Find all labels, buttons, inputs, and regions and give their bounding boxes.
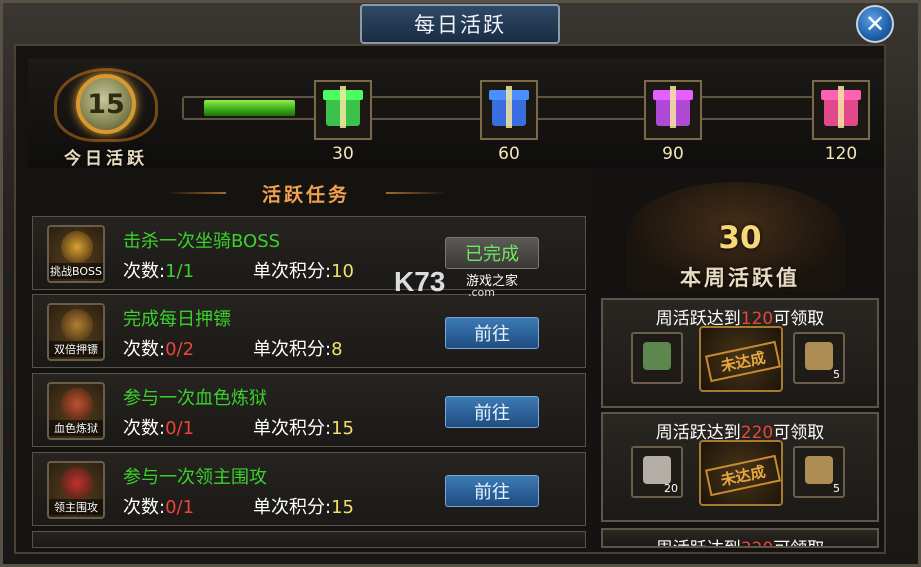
daily-progress-fill [204,100,295,116]
reward-item[interactable]: 5 [793,332,845,384]
task-count-label: 次数: [123,339,166,360]
milestone-value: 120 [824,144,858,164]
reward-stamp-text: 未达成 [704,454,782,497]
gift-ribbon-icon [670,86,676,128]
reward-item-icon [805,456,833,484]
reward-item[interactable] [631,332,683,384]
reward-suffix: 可领取 [773,539,824,546]
milestone-gift-1[interactable] [314,80,372,140]
task-name: 参与一次血色炼狱 [123,388,267,409]
task-count-label: 次数: [123,261,166,282]
watermark-logo: K73 [394,266,446,297]
task-count: 0/2 [165,339,195,360]
task-icon-label: 领主围攻 [49,499,103,515]
reward-stamp: 未达成 [699,440,783,506]
close-icon: ✕ [864,10,886,38]
daily-activity-medal: 15 今日活跃 [50,68,158,169]
reward-stamp-text: 未达成 [704,340,782,383]
reward-prefix: 周活跃达到 [656,539,741,546]
task-go-button[interactable]: 前往 [445,317,539,349]
task-icon-label: 血色炼狱 [49,420,103,436]
task-icon-label: 双倍押镖 [49,341,103,357]
task-icon: 双倍押镖 [47,303,105,361]
watermark-url: .com [468,286,495,299]
weekly-reward-card: 周活跃达到120可领取 5 未达成 [601,298,879,408]
task-score: 15 [331,418,354,439]
task-completed-button[interactable]: 已完成 [445,237,539,269]
weekly-reward-title: 周活跃达到320可领取 [603,534,877,546]
weekly-reward-card: 周活跃达到320可领取 [601,528,879,548]
daily-activity-label: 今日活跃 [64,149,148,169]
task-score-label: 单次积分: [253,339,332,360]
task-count-row: 次数:1/1 [123,257,194,283]
task-icon: 挑战BOSS [47,225,105,283]
task-score-row: 单次积分:8 [253,335,343,361]
reward-item[interactable]: 5 [793,446,845,498]
task-icon: 领主围攻 [47,461,105,519]
task-count-label: 次数: [123,497,166,518]
task-name: 击杀一次坐骑BOSS [123,231,281,252]
milestone-gift-2[interactable] [480,80,538,140]
task-score-label: 单次积分: [253,497,332,518]
task-count-row: 次数:0/2 [123,335,194,361]
task-count: 0/1 [165,418,195,439]
task-emblem-icon [61,231,93,263]
task-icon-label: 挑战BOSS [49,263,103,279]
reward-stamp: 未达成 [699,326,783,392]
task-count: 1/1 [165,261,195,282]
weekly-activity-value: 30 [718,220,762,256]
reward-item-count: 5 [833,482,840,495]
reward-item-icon [805,342,833,370]
task-name: 完成每日押镖 [123,309,231,330]
weekly-reward-card: 周活跃达到220可领取 20 5 未达成 [601,412,879,522]
task-emblem-icon [61,388,93,420]
task-go-button[interactable]: 前往 [445,475,539,507]
task-name: 参与一次领主围攻 [123,467,267,488]
milestone-value: 60 [498,144,520,164]
reward-item[interactable]: 20 [631,446,683,498]
gift-ribbon-icon [838,86,844,128]
task-score-label: 单次积分: [253,418,332,439]
task-count: 0/1 [165,497,195,518]
gift-ribbon-icon [506,86,512,128]
task-icon: 血色炼狱 [47,382,105,440]
task-score-row: 单次积分:10 [253,257,354,283]
task-emblem-icon [61,467,93,499]
milestone-gift-3[interactable] [644,80,702,140]
milestone-value: 90 [662,144,684,164]
task-score-row: 单次积分:15 [253,493,354,519]
window-title: 每日活跃 [360,4,560,44]
reward-item-count: 20 [664,482,678,495]
task-row-partial [32,531,586,548]
task-go-button[interactable]: 前往 [445,396,539,428]
close-button[interactable]: ✕ [856,5,894,43]
task-row: 血色炼狱 参与一次血色炼狱 次数:0/1 单次积分:15 前往 [32,373,586,447]
reward-item-icon [643,456,671,484]
task-score: 10 [331,261,354,282]
task-emblem-icon [61,309,93,341]
task-score: 8 [331,339,343,360]
task-row: 领主围攻 参与一次领主围攻 次数:0/1 单次积分:15 前往 [32,452,586,526]
reward-threshold: 320 [741,539,773,546]
task-score-label: 单次积分: [253,261,332,282]
task-count-row: 次数:0/1 [123,414,194,440]
weekly-activity-label: 本周活跃值 [680,266,800,290]
reward-item-icon [643,342,671,370]
daily-activity-value: 15 [76,74,136,134]
task-count-label: 次数: [123,418,166,439]
task-row: 双倍押镖 完成每日押镖 次数:0/2 单次积分:8 前往 [32,294,586,368]
milestone-value: 30 [332,144,354,164]
task-score-row: 单次积分:15 [253,414,354,440]
task-count-row: 次数:0/1 [123,493,194,519]
tasks-section-title: 活跃任务 [166,178,416,208]
reward-item-count: 5 [833,368,840,381]
milestone-gift-4[interactable] [812,80,870,140]
gift-ribbon-icon [340,86,346,128]
task-score: 15 [331,497,354,518]
